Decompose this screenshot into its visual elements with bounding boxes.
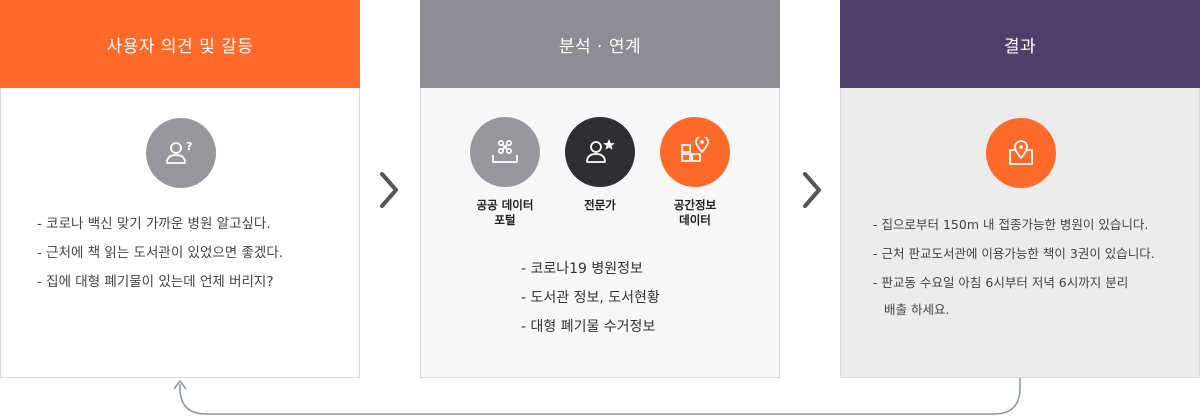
expert-icon xyxy=(565,117,635,187)
panel-body: 공공 데이터 포털 전문가 공간정보 데이터 - 코로나19 병원정보 - 도서… xyxy=(420,88,780,378)
list-item: - 판교동 수요일 아침 6시부터 저녁 6시까지 분리 xyxy=(873,275,1129,290)
data-portal-icon xyxy=(470,117,540,187)
result-list: - 집으로부터 150m 내 접종가능한 병원이 있습니다. - 근처 판교도서… xyxy=(873,210,1155,324)
user-question-icon: ? xyxy=(146,118,216,188)
icon-label: 공간정보 데이터 xyxy=(650,198,740,228)
panel-body: ? - 코로나 백신 맞기 가까운 병원 알고싶다. - 근처에 책 읽는 도서… xyxy=(0,88,360,378)
list-item: - 코로나19 병원정보 xyxy=(521,261,643,277)
icon-label-line: 데이터 xyxy=(679,213,711,227)
list-item: - 대형 폐기물 수거정보 xyxy=(521,319,656,335)
chevron-right-icon xyxy=(380,172,398,208)
source-expert: 전문가 xyxy=(565,117,635,213)
panel-title: 분석 · 연계 xyxy=(420,0,780,88)
list-item: - 집에 대형 폐기물이 있는데 언제 버리지? xyxy=(37,274,274,290)
panel-title: 사용자 의견 및 갈등 xyxy=(0,0,360,88)
spatial-data-icon xyxy=(660,117,730,187)
icon-label-line: 전문가 xyxy=(584,198,616,212)
icon-label: 공공 데이터 포털 xyxy=(460,198,550,228)
analysis-list: - 코로나19 병원정보 - 도서관 정보, 도서현황 - 대형 폐기물 수거정… xyxy=(521,255,660,342)
list-item: - 도서관 정보, 도서현황 xyxy=(521,290,660,306)
icon-label-line: 공간정보 xyxy=(673,198,717,212)
list-item: - 코로나 백신 맞기 가까운 병원 알고싶다. xyxy=(37,216,271,232)
list-item: - 집으로부터 150m 내 접종가능한 병원이 있습니다. xyxy=(873,217,1149,232)
map-location-icon xyxy=(986,118,1056,188)
chevron-right-icon xyxy=(803,172,821,208)
list-item: - 근처 판교도서관에 이용가능한 책이 3권이 있습니다. xyxy=(873,246,1155,261)
icon-label-line: 공공 데이터 xyxy=(476,198,534,212)
panel-body: - 집으로부터 150m 내 접종가능한 병원이 있습니다. - 근처 판교도서… xyxy=(840,88,1200,378)
source-spatial-data: 공간정보 데이터 xyxy=(660,117,730,228)
source-public-data-portal: 공공 데이터 포털 xyxy=(470,117,540,228)
panel-user-opinions: 사용자 의견 및 갈등 ? - 코로나 백신 맞기 가까운 병원 알고싶다. -… xyxy=(0,0,360,378)
panel-title: 결과 xyxy=(840,0,1200,88)
opinion-list: - 코로나 백신 맞기 가까운 병원 알고싶다. - 근처에 책 읽는 도서관이… xyxy=(37,210,283,297)
icon-label: 전문가 xyxy=(555,198,645,213)
panel-result: 결과 - 집으로부터 150m 내 접종가능한 병원이 있습니다. - 근처 판… xyxy=(840,0,1200,378)
list-item: 배출 하세요. xyxy=(884,302,950,317)
svg-text:?: ? xyxy=(186,140,192,153)
icon-label-line: 포털 xyxy=(494,213,516,227)
list-item: - 근처에 책 읽는 도서관이 있었으면 좋겠다. xyxy=(37,245,284,261)
panel-analysis: 분석 · 연계 공공 데이터 포털 전문가 공간정보 데이터 - 코로나19 병… xyxy=(420,0,780,378)
